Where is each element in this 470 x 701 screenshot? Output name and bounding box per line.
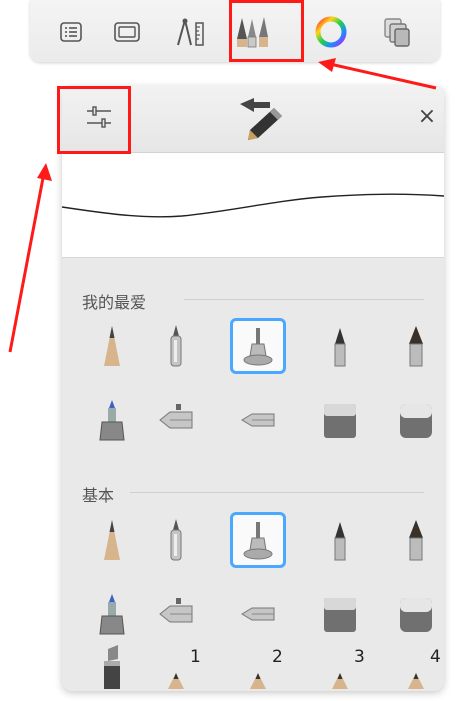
canvas-button[interactable] [102,6,152,58]
paintbrush-small-icon [334,522,346,561]
layers-button[interactable] [372,6,422,58]
brush-paintbrush-large-favorites[interactable] [388,318,444,374]
eraser-soft-icon [400,598,432,632]
brushes-highlight-box [229,0,304,62]
brush-marker-basic[interactable] [84,586,140,642]
ballpoint-pen-icon [159,404,193,429]
felt-pen-icon [241,413,275,427]
brush-fineliner-favorites[interactable] [230,318,286,374]
brush-list-button[interactable] [46,6,96,58]
eraser-hard-icon [324,404,356,438]
blend-number-label: 2 [272,647,283,667]
brush-airbrush-favorites[interactable] [148,318,204,374]
brush-felt-pen-favorites[interactable] [230,392,286,448]
color-button[interactable] [306,6,356,58]
brush-pencil-basic[interactable] [84,512,140,568]
arrow-to-settings [8,177,45,353]
paintbrush-large-icon [409,520,423,561]
canvas-icon [114,22,140,42]
brush-eraser-hard-favorites[interactable] [312,392,368,448]
eraser-hard-icon [324,598,356,632]
brush-eraser-soft-basic[interactable] [388,586,444,642]
list-icon [60,22,82,42]
brush-fineliner-basic[interactable] [230,512,286,568]
fineliner-icon [243,328,273,366]
airbrush-icon [170,325,182,367]
brush-paintbrush-small-favorites[interactable] [312,318,368,374]
chisel-marker-icon [104,645,120,689]
airbrush-icon [170,519,182,561]
paintbrush-small-icon [334,328,346,367]
arrow-to-brushes [329,62,437,90]
favorites-section-label: 我的最爱 [82,293,147,312]
ballpoint-pen-icon [159,598,193,623]
brush-airbrush-basic[interactable] [148,512,204,568]
color-wheel-icon [315,16,347,48]
marker-icon [99,594,125,635]
blend-number-label: 4 [430,647,441,667]
brush-ballpoint-pen-basic[interactable] [148,586,204,642]
guides-button[interactable] [166,6,216,58]
brush-eraser-soft-favorites[interactable] [388,392,444,448]
brush-felt-pen-basic[interactable] [230,586,286,642]
brush-eraser-hard-basic[interactable] [312,586,368,642]
brush-pencil-favorites[interactable] [84,318,140,374]
brush-library-panel: × 我的最爱 基本 1 2 3 4 [62,86,444,691]
pencil-icon [104,326,120,366]
brush-paintbrush-large-basic[interactable] [388,512,444,568]
felt-pen-icon [241,607,275,621]
arrow-head-settings [37,163,52,181]
stroke-preview-line [62,193,444,218]
stroke-preview [62,153,444,258]
brush-chisel-marker[interactable] [84,642,140,691]
section-divider [130,492,424,493]
pencil-icon [104,520,120,560]
close-icon[interactable]: × [414,104,440,130]
brush-marker-favorites[interactable] [84,392,140,448]
pen-back-icon [240,98,282,140]
marker-icon [99,400,125,441]
layers-icon [384,18,410,47]
paintbrush-large-icon [409,326,423,367]
compass-ruler-icon [177,18,204,46]
basic-section-label: 基本 [82,486,115,505]
brush-edit-button[interactable] [234,96,290,144]
eraser-soft-icon [400,404,432,438]
blend-number-label: 3 [354,647,365,667]
fineliner-icon [243,522,273,560]
section-divider [184,299,424,300]
brush-ballpoint-pen-favorites[interactable] [148,392,204,448]
brush-paintbrush-small-basic[interactable] [312,512,368,568]
blend-number-label: 1 [190,647,201,667]
settings-highlight-box [57,86,131,154]
